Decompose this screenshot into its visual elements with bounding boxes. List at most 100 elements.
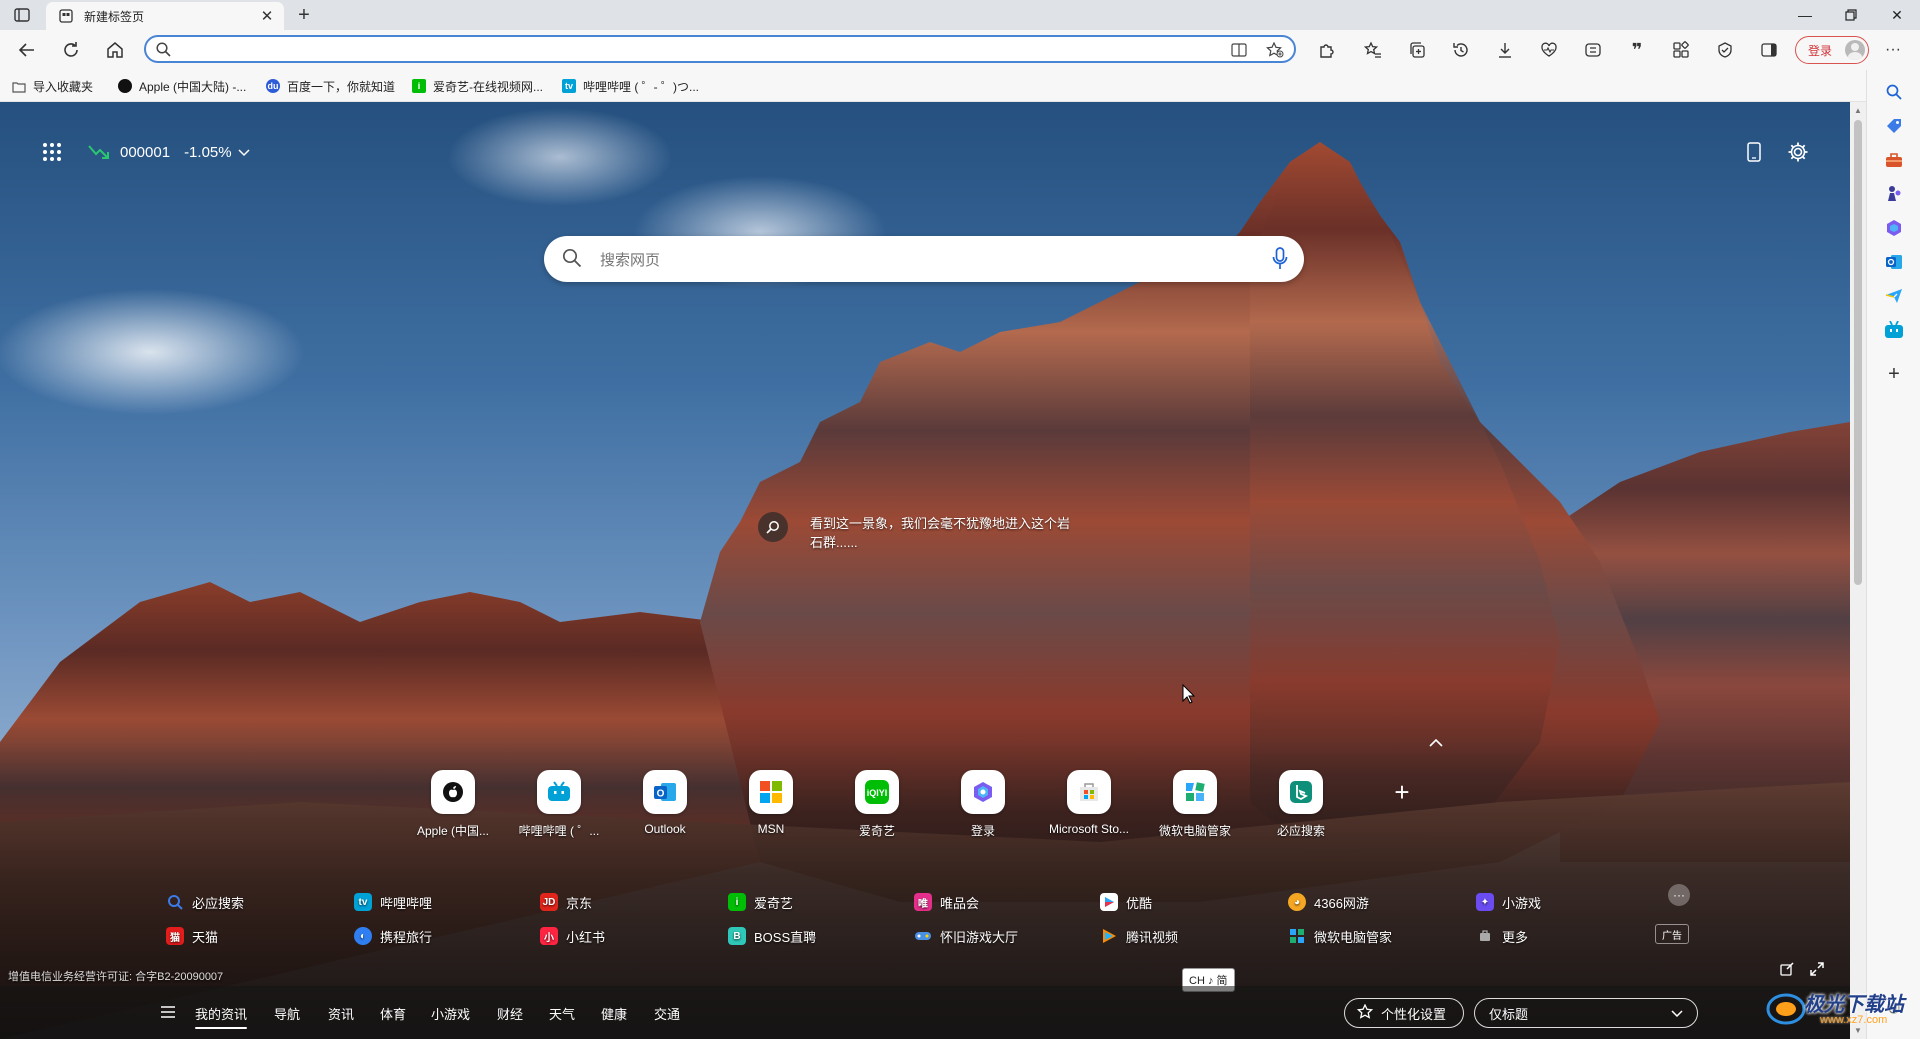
sidebar-toggle-button[interactable]: [1754, 36, 1784, 64]
add-quick-link-button[interactable]: +: [1390, 779, 1414, 805]
quick-link-bing[interactable]: 必应搜索: [1248, 770, 1354, 840]
address-bar[interactable]: [144, 35, 1296, 63]
quick-link-iqiyi[interactable]: iQIYI 爱奇艺: [824, 770, 930, 840]
fav-iqiyi[interactable]: i 爱奇艺-在线视频网...: [412, 77, 543, 95]
site-link[interactable]: 更多: [1476, 926, 1528, 946]
quick-link-apple[interactable]: Apple (中国...: [400, 770, 506, 840]
address-input[interactable]: [180, 40, 1184, 60]
sidebar-shopping-button[interactable]: [1882, 114, 1906, 138]
quick-link-store[interactable]: Microsoft Sto...: [1036, 770, 1142, 840]
site-link[interactable]: 必应搜索: [166, 892, 244, 912]
screenshot-button[interactable]: [1578, 36, 1608, 64]
quick-link-msn[interactable]: MSN: [718, 770, 824, 840]
site-link[interactable]: ✦ 小游戏: [1476, 892, 1541, 912]
site-link[interactable]: ◐ 携程旅行: [354, 926, 432, 946]
hamburger-menu-icon[interactable]: [158, 1002, 178, 1022]
favorites-button[interactable]: [1358, 36, 1388, 64]
close-window-button[interactable]: ✕: [1874, 0, 1920, 30]
sidebar-copilot-button[interactable]: [1882, 216, 1906, 240]
web-search-input[interactable]: [598, 249, 1242, 271]
history-button[interactable]: [1446, 36, 1476, 64]
sidebar-toggle-icon: [1761, 43, 1777, 57]
login-button[interactable]: 登录: [1795, 36, 1869, 64]
phone-button[interactable]: [1740, 138, 1768, 166]
news-tab-navigation[interactable]: 导航: [274, 1004, 300, 1023]
edit-image-icon[interactable]: [1778, 960, 1796, 978]
home-button[interactable]: [100, 36, 130, 64]
site-link[interactable]: B BOSS直聘: [728, 926, 816, 946]
settings-more-button[interactable]: ···: [1878, 36, 1908, 64]
sidebar-outlook-button[interactable]: [1882, 250, 1906, 274]
scroll-thumb[interactable]: [1854, 120, 1862, 585]
image-caption[interactable]: 看到这一景象，我们会毫不犹豫地进入这个岩石群......: [810, 514, 1080, 552]
fullscreen-expand-icon[interactable]: [1808, 960, 1826, 978]
minimize-button[interactable]: —: [1782, 0, 1828, 30]
news-tab-traffic[interactable]: 交通: [654, 1004, 680, 1023]
browser-essentials-button[interactable]: [1534, 36, 1564, 64]
site-link[interactable]: JD 京东: [540, 892, 592, 912]
site-link[interactable]: 微软电脑管家: [1288, 926, 1392, 946]
news-tab-my-feed[interactable]: 我的资讯: [195, 1004, 248, 1029]
scroll-up-icon[interactable]: ▲: [1854, 106, 1862, 115]
news-tab-finance[interactable]: 财经: [497, 1004, 523, 1023]
sidebar-games-button[interactable]: [1882, 182, 1906, 206]
back-button[interactable]: [12, 36, 42, 64]
page-settings-button[interactable]: [1784, 138, 1812, 166]
sidebar-add-button[interactable]: +: [1882, 362, 1906, 386]
news-tab-sports[interactable]: 体育: [380, 1004, 406, 1023]
news-tab-news[interactable]: 资讯: [328, 1004, 354, 1023]
site-link[interactable]: i 爱奇艺: [728, 892, 793, 912]
sidebar-tools-button[interactable]: [1882, 148, 1906, 172]
site-link[interactable]: 腾讯视频: [1100, 926, 1178, 946]
quick-link-outlook[interactable]: O Outlook: [612, 770, 718, 840]
collapse-chevron-up-icon[interactable]: [1424, 732, 1448, 752]
quick-link-pc-manager[interactable]: 微软电脑管家: [1142, 770, 1248, 840]
downloads-button[interactable]: [1490, 36, 1520, 64]
site-link[interactable]: 优酷: [1100, 892, 1152, 912]
site-link[interactable]: 怀旧游戏大厅: [914, 926, 1018, 946]
quick-link-login[interactable]: 登录: [930, 770, 1036, 840]
site-link-label: 小红书: [566, 929, 606, 945]
copilot-icon: [961, 770, 1005, 814]
tab-actions-button[interactable]: [8, 4, 36, 26]
extensions-button[interactable]: [1312, 36, 1342, 64]
news-tab-mini-games[interactable]: 小游戏: [431, 1004, 470, 1023]
layout-select[interactable]: 仅标题: [1474, 998, 1698, 1028]
fav-apple[interactable]: Apple (中国大陆) -...: [118, 77, 246, 95]
app-launcher-button[interactable]: [40, 140, 64, 164]
site-link[interactable]: 小 小红书: [540, 926, 605, 946]
site-links: 必应搜索 tv 哔哩哔哩 JD 京东 i 爱奇艺 唯 唯品会 优酷 ◕ 4366…: [160, 882, 1600, 952]
refresh-button[interactable]: [56, 36, 86, 64]
quote-button[interactable]: ❞: [1622, 36, 1652, 64]
restore-button[interactable]: [1828, 0, 1874, 30]
tab-new-tab[interactable]: 新建标签页 ✕: [46, 2, 284, 30]
add-favorite-icon[interactable]: [1264, 41, 1286, 59]
reading-view-icon[interactable]: [1228, 41, 1250, 59]
personalize-button[interactable]: 个性化设置: [1344, 998, 1464, 1028]
performance-button[interactable]: [1710, 36, 1740, 64]
site-link[interactable]: 唯 唯品会: [914, 892, 979, 912]
new-tab-button[interactable]: +: [292, 4, 316, 26]
fav-baidu[interactable]: du 百度一下，你就知道: [266, 77, 395, 95]
page-scrollbar[interactable]: ▲ ▼: [1850, 102, 1866, 1039]
apps-button[interactable]: [1666, 36, 1696, 64]
microphone-icon[interactable]: [1272, 247, 1288, 274]
fav-bilibili[interactable]: tv 哔哩哔哩 ( ゜- ゜)つ...: [562, 77, 699, 95]
apps-icon: [1673, 41, 1689, 58]
site-links-more-button[interactable]: ···: [1668, 884, 1690, 906]
sidebar-search-button[interactable]: [1882, 80, 1906, 104]
news-tab-health[interactable]: 健康: [601, 1004, 627, 1023]
web-search-box[interactable]: [544, 236, 1304, 282]
news-tab-weather[interactable]: 天气: [549, 1004, 575, 1023]
site-link[interactable]: tv 哔哩哔哩: [354, 892, 432, 912]
tab-close-icon[interactable]: ✕: [256, 5, 278, 27]
quick-link-bilibili[interactable]: 哔哩哔哩 ( ゜...: [506, 770, 612, 840]
collections-button[interactable]: [1402, 36, 1432, 64]
site-link[interactable]: ◕ 4366网游: [1288, 892, 1369, 912]
image-info-button[interactable]: [758, 512, 788, 542]
sidebar-drop-button[interactable]: [1882, 284, 1906, 308]
sidebar-bilibili-button[interactable]: [1882, 318, 1906, 342]
stock-widget[interactable]: 000001 -1.05%: [88, 142, 250, 162]
site-link[interactable]: 猫 天猫: [166, 926, 218, 946]
fav-import[interactable]: 导入收藏夹: [12, 77, 93, 95]
